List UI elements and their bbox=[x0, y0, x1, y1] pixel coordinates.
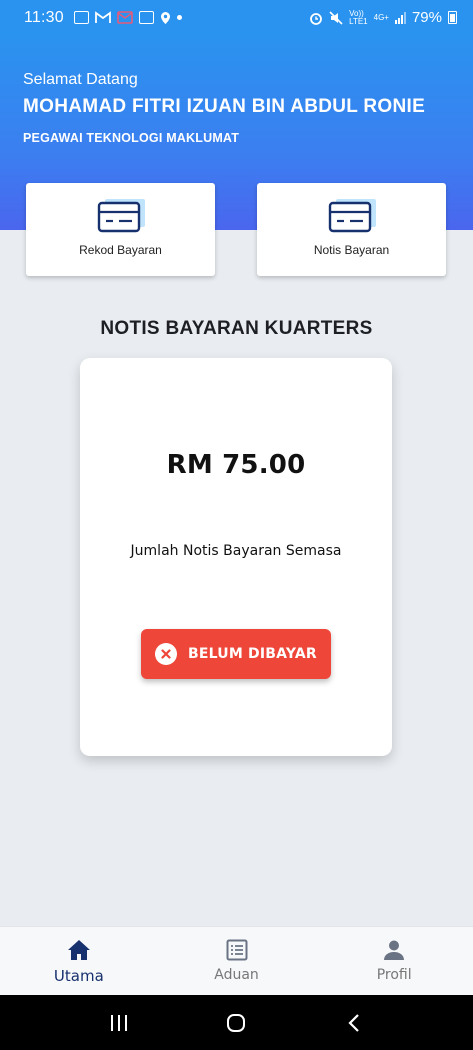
volte-label: Vo)) LTE1 bbox=[349, 8, 368, 26]
status-time: 11:30 bbox=[24, 8, 64, 26]
more-notifications-dot bbox=[176, 15, 182, 20]
back-button[interactable] bbox=[334, 1008, 374, 1038]
recent-apps-button[interactable] bbox=[99, 1008, 139, 1038]
nav-aduan[interactable]: Aduan bbox=[158, 927, 316, 995]
payment-status-label: BELUM DIBAYAR bbox=[188, 646, 317, 662]
user-title: PEGAWAI TEKNOLOGI MAKLUMAT bbox=[23, 131, 240, 145]
notice-amount-caption: Jumlah Notis Bayaran Semasa bbox=[130, 543, 342, 559]
home-button[interactable] bbox=[216, 1008, 256, 1038]
nav-profil[interactable]: Profil bbox=[315, 927, 473, 995]
battery-icon bbox=[448, 11, 457, 24]
list-icon bbox=[226, 939, 247, 961]
close-circle-icon bbox=[155, 643, 177, 665]
home-icon bbox=[67, 940, 90, 960]
back-chevron-icon bbox=[348, 1013, 359, 1032]
gmail-icon bbox=[94, 11, 111, 23]
message-icon bbox=[117, 11, 133, 24]
nav-utama-label: Utama bbox=[53, 967, 104, 985]
notis-bayaran-card[interactable]: Notis Bayaran bbox=[257, 183, 446, 276]
person-icon bbox=[384, 940, 405, 960]
payment-status-button[interactable]: BELUM DIBAYAR bbox=[141, 629, 331, 679]
greeting-text: Selamat Datang bbox=[23, 71, 138, 88]
home-circle-icon bbox=[227, 1013, 246, 1032]
user-name: MOHAMAD FITRI IZUAN BIN ABDUL RONIE bbox=[23, 96, 426, 117]
status-indicators: Vo)) LTE1 4G+ 79% bbox=[309, 9, 457, 26]
rekod-bayaran-label: Rekod Bayaran bbox=[79, 243, 162, 257]
battery-percent: 79% bbox=[411, 9, 442, 26]
network-type-label: 4G+ bbox=[373, 12, 389, 22]
location-icon bbox=[160, 11, 170, 24]
nav-utama[interactable]: Utama bbox=[0, 927, 158, 995]
notification-icons bbox=[73, 11, 182, 25]
section-title: NOTIS BAYARAN KUARTERS bbox=[100, 318, 373, 339]
recent-apps-icon bbox=[110, 1014, 127, 1031]
app-notification-icon-2 bbox=[138, 11, 154, 24]
payment-card-icon bbox=[328, 199, 376, 233]
alarm-icon bbox=[310, 12, 322, 25]
payment-card-icon bbox=[97, 199, 145, 233]
app-notification-icon bbox=[73, 11, 89, 24]
mute-icon bbox=[329, 10, 343, 25]
notice-amount: RM 75.00 bbox=[166, 450, 306, 480]
system-navigation-bar bbox=[0, 995, 473, 1050]
nav-aduan-label: Aduan bbox=[214, 967, 259, 983]
rekod-bayaran-card[interactable]: Rekod Bayaran bbox=[26, 183, 215, 276]
status-bar: 11:30 Vo)) LTE1 4G+ 79% bbox=[0, 0, 473, 35]
bottom-navigation: Utama Aduan Profil bbox=[0, 926, 473, 995]
notis-bayaran-label: Notis Bayaran bbox=[313, 243, 390, 257]
payment-notice-card: RM 75.00 Jumlah Notis Bayaran Semasa BEL… bbox=[80, 358, 392, 756]
signal-strength-icon bbox=[394, 11, 406, 24]
nav-profil-label: Profil bbox=[376, 967, 412, 983]
